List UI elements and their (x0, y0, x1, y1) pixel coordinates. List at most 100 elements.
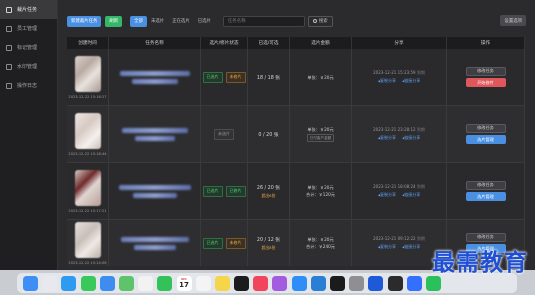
tab-unselected[interactable]: 未选片 (147, 16, 168, 27)
status-badge: 已选片 (202, 185, 223, 197)
facetime-icon[interactable] (157, 275, 173, 291)
selected-count: 20 / 12 张 (256, 237, 281, 243)
new-task-button[interactable]: 新建裁片任务 (67, 15, 102, 27)
search-input[interactable]: 任务名称 (222, 15, 305, 27)
edit-task-button[interactable]: 修改任务 (465, 123, 506, 133)
main-content: 新建裁片任务 刷新 全部 未选片 正在选片 已选片 任务名称 搜索 设置选项 创… (60, 0, 535, 270)
share-expiry: 2023-12-21 09:12:22 (373, 236, 416, 241)
price-line: 单张：￥20元 (307, 74, 334, 80)
price-line: 单张：￥20元 (307, 185, 334, 190)
copy-share-link[interactable]: 复制分享 (378, 192, 396, 198)
copy-share-link[interactable]: 复制分享 (378, 135, 396, 141)
selected-count: 18 / 18 张 (256, 75, 281, 81)
status-badge: 已选片 (202, 237, 223, 249)
edit-task-button[interactable]: 修改任务 (465, 180, 506, 190)
sidebar-item-label: 标记管理 (17, 45, 38, 51)
vscode-icon[interactable] (310, 275, 326, 291)
music-icon[interactable] (253, 275, 269, 291)
selection-manage-button[interactable]: 选片管理 (465, 192, 506, 202)
sidebar-item-staff[interactable]: 员工管理 (0, 19, 57, 38)
column-header: 选片金额 (290, 37, 352, 49)
launchpad-icon[interactable] (42, 275, 58, 291)
onepassword-icon[interactable] (368, 275, 384, 291)
wechat-icon[interactable] (425, 275, 441, 291)
over-limit-note: 超出8张 (261, 244, 276, 250)
created-time: 2023-12-22 15:17:21 (68, 208, 107, 213)
sidebar-item-label: 水印管理 (17, 64, 38, 70)
tab-selected[interactable]: 已选片 (194, 16, 215, 27)
messages-icon[interactable] (80, 275, 96, 291)
photo-thumbnail[interactable] (74, 169, 101, 206)
terminal-icon[interactable] (387, 275, 403, 291)
selection-manage-button[interactable]: 选片管理 (465, 135, 506, 145)
calendar-icon[interactable]: DEC 17 (176, 275, 192, 291)
task-icon (6, 6, 12, 13)
podcasts-icon[interactable] (272, 275, 288, 291)
sidebar-item-tags[interactable]: 标记管理 (0, 38, 57, 57)
share-expiry-label: 到期 (416, 184, 425, 189)
settings-button[interactable]: 设置选项 (500, 15, 526, 26)
sidebar-item-tasks[interactable]: 裁片任务 (0, 0, 57, 19)
link-share-link[interactable]: 链接分享 (402, 78, 420, 84)
link-share-link[interactable]: 链接分享 (402, 192, 420, 198)
tab-selecting[interactable]: 正在选片 (168, 16, 194, 27)
reminders-icon[interactable] (195, 275, 211, 291)
task-name-blurred[interactable] (109, 163, 201, 219)
start-retouch-button[interactable]: 开始修片 (465, 78, 506, 88)
copy-share-link[interactable]: 复制分享 (378, 244, 396, 250)
tab-all[interactable]: 全部 (130, 15, 147, 27)
share-expiry: 2023-12-21 23:28:12 (373, 127, 416, 132)
notes-icon[interactable] (214, 275, 230, 291)
finder-icon[interactable] (23, 275, 38, 291)
paid-note-badge: 已付客户金额 (306, 134, 335, 142)
table-row: 2023-12-22 15:16:27 已选片 未修片 18 / 18 张 单张… (67, 49, 525, 106)
task-name-blurred[interactable] (109, 220, 201, 266)
toolbar: 新建裁片任务 刷新 全部 未选片 正在选片 已选片 任务名称 搜索 (67, 15, 333, 27)
search-icon (312, 19, 317, 23)
table-header: 创建时间 任务名称 选片/修片状态 已选/可选 选片金额 分享 操作 (67, 37, 525, 49)
maps-icon[interactable] (118, 275, 134, 291)
copy-share-link[interactable]: 复制分享 (378, 78, 396, 84)
sidebar-item-label: 裁片任务 (17, 7, 38, 13)
tag-icon (6, 44, 12, 51)
photo-thumbnail[interactable] (74, 55, 101, 92)
safari-icon[interactable] (61, 275, 77, 291)
table-body: 2023-12-22 15:16:27 已选片 未修片 18 / 18 张 单张… (67, 49, 525, 266)
edit-task-button[interactable]: 修改任务 (465, 66, 506, 76)
status-badge: 已修片 (225, 185, 246, 197)
total-line: 合计：￥120元 (306, 192, 335, 197)
feishu-icon[interactable] (406, 275, 422, 291)
photo-thumbnail[interactable] (74, 112, 101, 149)
log-icon (6, 82, 12, 89)
status-badge: 未修片 (225, 71, 246, 83)
app-store-icon[interactable] (291, 275, 307, 291)
photo-thumbnail[interactable] (74, 221, 101, 258)
share-expiry-label: 到期 (416, 127, 425, 132)
watermark-text: 最需教育 (432, 249, 528, 276)
link-share-link[interactable]: 链接分享 (402, 244, 420, 250)
column-header: 任务名称 (109, 37, 201, 49)
over-limit-note: 超出6张 (261, 192, 276, 198)
column-header: 创建时间 (67, 37, 109, 49)
price-line: 单张：￥20元 (307, 127, 334, 132)
sidebar-item-watermark[interactable]: 水印管理 (0, 57, 57, 76)
link-share-link[interactable]: 链接分享 (402, 135, 420, 141)
refresh-button[interactable]: 刷新 (105, 15, 123, 27)
selected-count: 0 / 20 张 (258, 132, 279, 138)
sidebar-item-logs[interactable]: 操作日志 (0, 76, 57, 95)
tv-icon[interactable] (234, 275, 250, 291)
mail-icon[interactable] (99, 275, 115, 291)
sidebar: 裁片任务 员工管理 标记管理 水印管理 操作日志 (0, 0, 58, 270)
task-name-blurred[interactable] (109, 49, 201, 105)
share-expiry: 2023-12-21 18:08:24 (373, 184, 416, 189)
search-button[interactable]: 搜索 (307, 15, 333, 27)
share-expiry: 2023-12-21 15:23:59 (373, 70, 416, 75)
settings-icon[interactable] (349, 275, 365, 291)
total-line: 合计：￥240元 (306, 244, 335, 249)
table-row: 2023-12-22 15:18:44 未选片 0 / 20 张 单张：￥20元… (67, 106, 525, 163)
pycharm-icon[interactable] (330, 275, 345, 291)
photos-icon[interactable] (138, 275, 154, 291)
table-row: 2023-12-22 15:17:21 已选片 已修片 26 / 20 张 超出… (67, 163, 525, 220)
edit-task-button[interactable]: 修改任务 (465, 232, 506, 242)
task-name-blurred[interactable] (109, 106, 201, 162)
